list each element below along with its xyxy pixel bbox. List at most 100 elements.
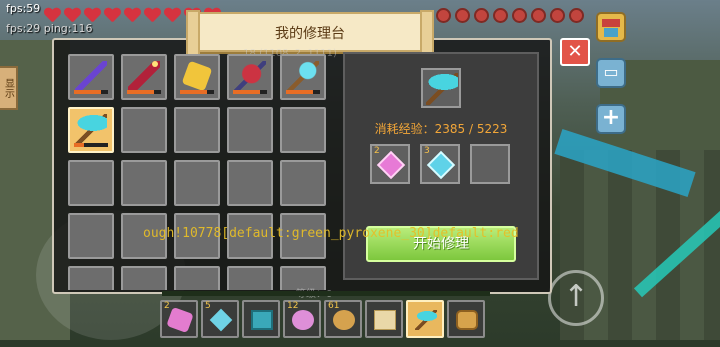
material-count: 3 [424, 146, 430, 156]
food-icon [531, 8, 546, 23]
inventory-slot[interactable] [174, 213, 220, 259]
hotbar-count: 12 [287, 301, 299, 311]
backpack-icon [456, 310, 478, 330]
inventory-slot[interactable] [121, 213, 167, 259]
blue-gem-icon [426, 150, 456, 180]
start-repair-button[interactable]: 开始修理 [366, 226, 516, 262]
durability-fill [286, 90, 314, 94]
hotbar-count: 5 [205, 301, 211, 311]
xp-cost-text: 消耗经验：2385 / 5223 [374, 122, 508, 136]
hotbar: 2 5 12 61 [160, 300, 485, 338]
inventory-slot[interactable] [227, 107, 273, 153]
food-icon [436, 8, 451, 23]
food-icon [455, 8, 470, 23]
pink-orb-icon [292, 310, 314, 330]
durability-bar [127, 90, 161, 94]
durability-bar [233, 90, 267, 94]
durability-fill [180, 90, 208, 94]
inventory-slot[interactable] [280, 213, 326, 259]
heart-icon [104, 8, 121, 23]
durability-bar [286, 90, 320, 94]
add-icon[interactable]: + [596, 104, 626, 134]
inventory-slot[interactable] [121, 266, 167, 290]
material-slot-1[interactable]: 2 [370, 144, 410, 184]
food-icon [550, 8, 565, 23]
hotbar-slot[interactable] [365, 300, 403, 338]
heart-icon [124, 8, 141, 23]
durability-fill [74, 143, 85, 147]
golden-scroll-icon [181, 60, 213, 92]
cookie-icon [333, 310, 355, 330]
pickaxe-icon [415, 310, 437, 330]
red-sword-icon [128, 61, 160, 93]
material-slot-2[interactable]: 3 [420, 144, 460, 184]
map-icon [374, 310, 396, 330]
inventory-slot[interactable] [174, 160, 220, 206]
hotbar-slot[interactable]: 2 [160, 300, 198, 338]
cyan-block-icon [251, 310, 273, 330]
inventory-slot[interactable] [174, 54, 220, 100]
inventory-slot[interactable] [280, 54, 326, 100]
side-display-tab[interactable]: 显示 [0, 66, 18, 110]
inventory-slot[interactable] [121, 54, 167, 100]
hotbar-slot[interactable] [406, 300, 444, 338]
inventory-slot[interactable] [68, 160, 114, 206]
diamond-shovel-icon [287, 61, 319, 93]
food-icon [569, 8, 584, 23]
heart-icon [84, 8, 101, 23]
inventory-slot[interactable] [227, 213, 273, 259]
inventory-slot[interactable] [174, 107, 220, 153]
blue-gem-icon [209, 308, 233, 332]
hotbar-slot[interactable]: 61 [324, 300, 362, 338]
hunger-bar [436, 8, 584, 23]
inventory-slot[interactable] [280, 107, 326, 153]
dialog-title: 我的修理台 [275, 26, 345, 42]
durability-bar [180, 90, 214, 94]
inventory-slot[interactable] [68, 54, 114, 100]
heart-icon [144, 8, 161, 23]
inventory-slot[interactable] [227, 160, 273, 206]
inventory-slot[interactable] [174, 266, 220, 290]
inventory-slot[interactable] [121, 160, 167, 206]
purple-sword-icon [75, 61, 107, 93]
pink-gem-icon [376, 150, 406, 180]
food-icon [474, 8, 489, 23]
inventory-slot[interactable] [68, 266, 114, 290]
ping-readout: fps:29 ping:116 [6, 22, 93, 35]
dialog-title-banner: 我的修理台 [186, 10, 434, 58]
durability-fill [233, 90, 261, 94]
inventory-slot[interactable] [227, 54, 273, 100]
inventory-slot[interactable] [227, 266, 273, 290]
durability-fill [74, 90, 102, 94]
material-slot-3[interactable] [470, 144, 510, 184]
durability-bar [74, 143, 108, 147]
red-axe-icon [234, 61, 266, 93]
inventory-grid [68, 54, 330, 290]
heart-icon [64, 8, 81, 23]
inventory-slot[interactable] [68, 213, 114, 259]
hotbar-slot[interactable] [242, 300, 280, 338]
diamond-pickaxe-icon [75, 114, 107, 146]
material-count: 2 [374, 146, 380, 156]
durability-bar [74, 90, 108, 94]
diamond-pickaxe-icon [426, 73, 458, 105]
chat-icon[interactable]: ▭ [596, 58, 626, 88]
food-icon [493, 8, 508, 23]
jump-button[interactable]: ↑ [548, 270, 604, 326]
inventory-slot[interactable] [280, 160, 326, 206]
pink-gem-icon [166, 306, 194, 334]
hotbar-slot[interactable] [447, 300, 485, 338]
durability-fill [127, 90, 155, 94]
hotbar-count: 2 [164, 301, 170, 311]
shop-icon[interactable] [596, 12, 626, 42]
hotbar-slot[interactable]: 12 [283, 300, 321, 338]
close-button[interactable]: ✕ [560, 38, 590, 66]
repair-target-slot[interactable] [421, 68, 461, 108]
hotbar-count: 61 [328, 301, 340, 311]
inventory-slot[interactable] [68, 107, 114, 153]
xp-bar [162, 291, 490, 296]
inventory-slot[interactable] [121, 107, 167, 153]
fps-readout: fps:59 [6, 2, 41, 15]
hotbar-slot[interactable]: 5 [201, 300, 239, 338]
food-icon [512, 8, 527, 23]
